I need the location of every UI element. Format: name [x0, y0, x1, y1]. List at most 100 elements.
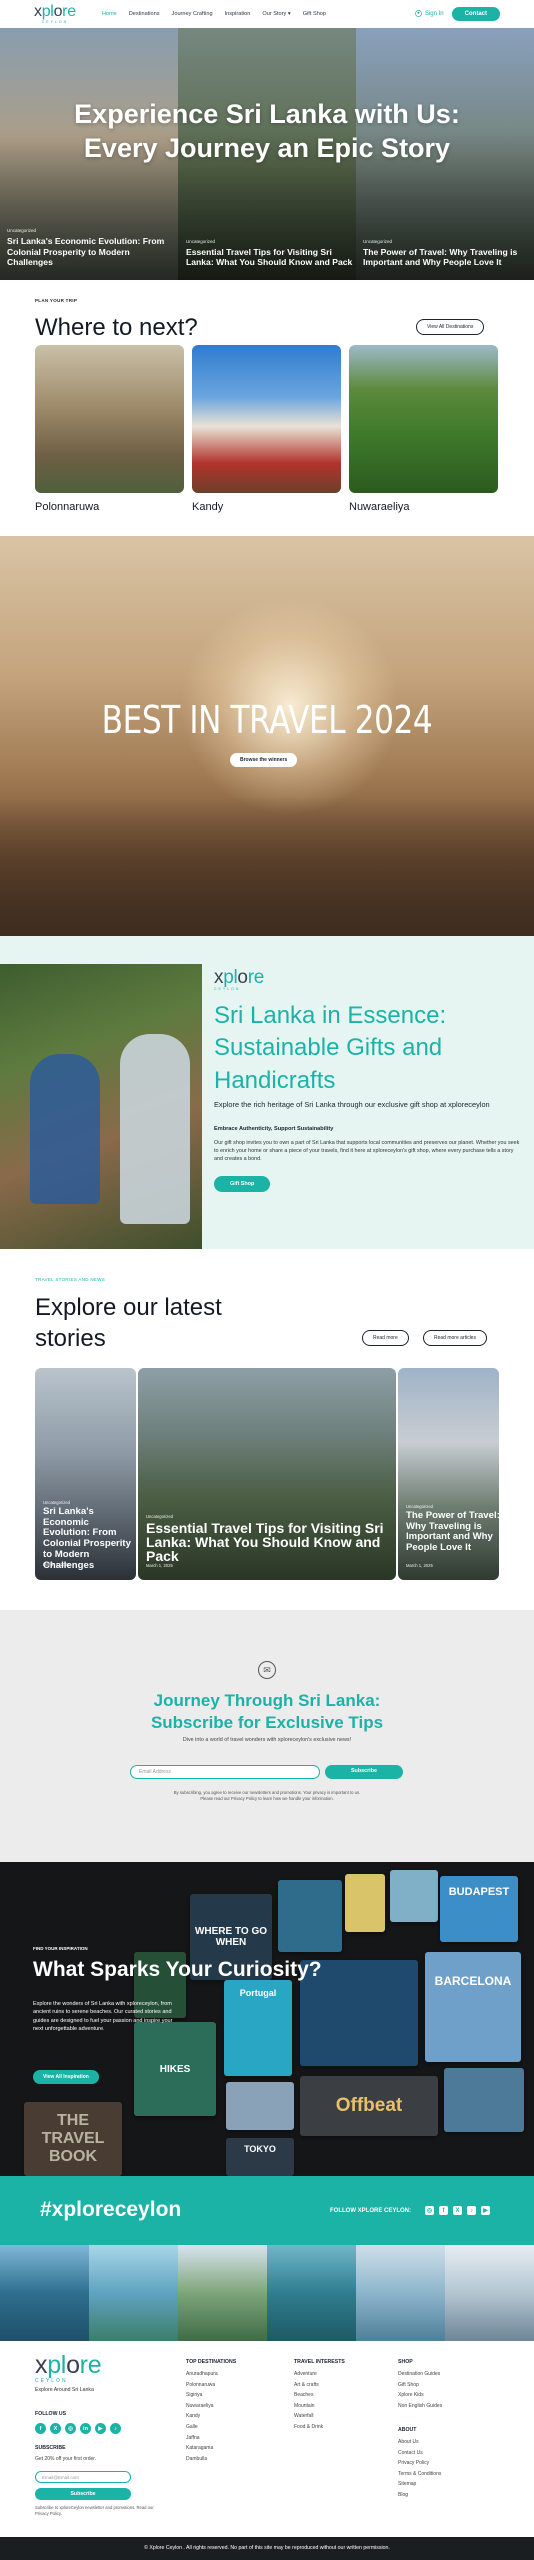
footer-link[interactable]: About Us — [398, 2439, 441, 2445]
youtube-icon[interactable]: ▶ — [481, 2206, 490, 2215]
user-icon — [415, 9, 422, 19]
view-all-destinations-button[interactable]: View All Destinations — [416, 319, 485, 335]
footer-subscribe-button[interactable]: Subscribe — [35, 2488, 131, 2500]
destination-image — [349, 345, 498, 493]
footer-link[interactable]: Adventure — [294, 2371, 345, 2377]
destination-card-kandy[interactable]: Kandy — [192, 345, 341, 513]
tiktok-icon[interactable]: ♪ — [467, 2206, 476, 2215]
signin-link[interactable]: Sign In — [415, 9, 444, 19]
read-more-articles-button[interactable]: Read more articles — [423, 1330, 487, 1346]
destination-card-polonnaruwa[interactable]: Polonnaruwa — [35, 345, 184, 513]
linkedin-icon[interactable]: in — [80, 2423, 91, 2434]
x-icon[interactable]: X — [453, 2206, 462, 2215]
story-date: March 1, 2025 — [43, 1562, 70, 1567]
footer-link[interactable]: Beaches — [294, 2392, 345, 2398]
footer-link[interactable]: Kandy — [186, 2413, 236, 2419]
footer: xplore CEYLON Explore Around Sri Lanka F… — [0, 2341, 534, 2537]
gift-shop-section: xplore CEYLON Sri Lanka in Essence: Sust… — [0, 936, 534, 1249]
story-title: The Power of Travel: Why Traveling is Im… — [406, 1510, 499, 1554]
newsletter-subscribe-button[interactable]: Subscribe — [325, 1765, 403, 1779]
facebook-icon[interactable]: f — [35, 2423, 46, 2434]
footer-tagline: Explore Around Sri Lanka — [35, 2387, 94, 2393]
footer-link[interactable]: Kataragama — [186, 2445, 236, 2451]
story-card[interactable]: Uncategorized The Power of Travel: Why T… — [398, 1368, 499, 1580]
inspiration-description: Explore the wonders of Sri Lanka with xp… — [33, 2001, 173, 2032]
contact-button[interactable]: Contact — [451, 7, 500, 21]
hero-card[interactable]: Uncategorized Sri Lanka's Economic Evolu… — [7, 228, 175, 268]
footer-column-heading: ABOUT — [398, 2427, 417, 2433]
nav-link-journey-crafting[interactable]: Journey Crafting — [172, 11, 213, 17]
story-category: Uncategorized — [43, 1500, 71, 1505]
instagram-icon[interactable]: ◎ — [425, 2206, 434, 2215]
footer-logo[interactable]: xplore CEYLON — [35, 2353, 102, 2384]
footer-link[interactable]: Non English Guides — [398, 2403, 442, 2409]
footer-link[interactable]: Blog — [398, 2492, 441, 2498]
site-logo[interactable]: xplore CEYLON — [34, 3, 76, 25]
footer-link[interactable]: Food & Drink — [294, 2424, 345, 2430]
newsletter-subtitle: Dive into a world of travel wonders with… — [182, 1737, 352, 1743]
newsletter-email-input[interactable]: Email Address — [130, 1765, 320, 1779]
footer-link[interactable]: Xplore Kids — [398, 2392, 442, 2398]
stories-kicker: TRAVEL STORIES AND NEWS — [35, 1277, 106, 1282]
footer-link[interactable]: Sigiriya — [186, 2392, 236, 2398]
instagram-photo[interactable] — [356, 2245, 445, 2341]
nav-link-destinations[interactable]: Destinations — [129, 11, 160, 17]
destinations-title: Where to next? — [35, 314, 198, 341]
footer-link[interactable]: Gift Shop — [398, 2382, 442, 2388]
story-card[interactable]: Uncategorized Essential Travel Tips for … — [138, 1368, 396, 1580]
newsletter-title-line: Subscribe for Exclusive Tips — [150, 1713, 384, 1733]
story-card[interactable]: Uncategorized Sri Lanka's Economic Evolu… — [35, 1368, 136, 1580]
read-more-button[interactable]: Read more — [362, 1330, 409, 1346]
footer-link[interactable]: Galle — [186, 2424, 236, 2430]
hero-card-category: Uncategorized — [363, 238, 393, 244]
footer-link[interactable]: Waterfall — [294, 2413, 345, 2419]
nav-link-inspiration[interactable]: Inspiration — [225, 11, 251, 17]
footer-link[interactable]: Jaffna — [186, 2435, 236, 2441]
nav-link-our-story[interactable]: Our Story ▾ — [262, 11, 290, 17]
footer-link[interactable]: Sitemap — [398, 2481, 441, 2487]
footer-link[interactable]: Anuradhapura — [186, 2371, 236, 2377]
instagram-photo[interactable] — [89, 2245, 178, 2341]
book-cover — [345, 1874, 385, 1932]
tiktok-icon[interactable]: ♪ — [110, 2423, 121, 2434]
nav-link-gift-shop[interactable]: Gift Shop — [303, 11, 326, 17]
person-figure — [30, 1054, 100, 1204]
footer-link[interactable]: Privacy Policy — [398, 2460, 441, 2466]
footer-link[interactable]: Contact Us — [398, 2450, 441, 2456]
essence-subheading: Embrace Authenticity, Support Sustainabi… — [214, 1126, 334, 1132]
destination-name: Nuwaraeliya — [349, 501, 410, 513]
footer-link[interactable]: Polonnaruwa — [186, 2382, 236, 2388]
instagram-photo[interactable] — [0, 2245, 89, 2341]
nav-link-home[interactable]: Home — [102, 11, 117, 17]
hero-card[interactable]: Uncategorized Essential Travel Tips for … — [186, 239, 354, 268]
destination-image — [192, 345, 341, 493]
browse-winners-button[interactable]: Browse the winners — [230, 753, 298, 767]
footer-legal: Subscribe to xploreCeylon newsletter and… — [35, 2505, 154, 2516]
story-category: Uncategorized — [146, 1514, 174, 1519]
instagram-icon[interactable]: ◎ — [65, 2423, 76, 2434]
footer-link[interactable]: Destination Guides — [398, 2371, 442, 2377]
footer-link[interactable]: Terms & Conditions — [398, 2471, 441, 2477]
youtube-icon[interactable]: ▶ — [95, 2423, 106, 2434]
footer-link[interactable]: Dambulla — [186, 2456, 236, 2462]
footer-link[interactable]: Art & crafts — [294, 2382, 345, 2388]
book-cover — [390, 1870, 438, 1922]
destination-card-nuwaraeliya[interactable]: Nuwaraeliya — [349, 345, 498, 513]
newsletter-title: Journey Through Sri Lanka: Subscribe for… — [0, 1690, 534, 1734]
footer-email-input[interactable]: Email@Email.com — [35, 2471, 131, 2483]
story-category: Uncategorized — [406, 1504, 434, 1509]
x-icon[interactable]: X — [50, 2423, 61, 2434]
stories-title: Explore our latest stories — [35, 1292, 222, 1354]
facebook-icon[interactable]: f — [439, 2206, 448, 2215]
instagram-photo[interactable] — [445, 2245, 534, 2341]
instagram-photo[interactable] — [267, 2245, 356, 2341]
footer-link[interactable]: Nuwaraeliya — [186, 2403, 236, 2409]
view-all-inspiration-button[interactable]: View All Inspiration — [33, 2070, 99, 2084]
gift-shop-button[interactable]: Gift Shop — [214, 1176, 271, 1192]
hero-card[interactable]: Uncategorized The Power of Travel: Why T… — [363, 239, 531, 268]
footer-subscribe-text: Get 20% off your first order. — [35, 2456, 97, 2462]
book-cover: TOKYO — [226, 2138, 294, 2176]
best-in-travel-title: BEST IN TRAVEL 2024 — [101, 698, 433, 742]
instagram-photo[interactable] — [178, 2245, 267, 2341]
footer-link[interactable]: Mountain — [294, 2403, 345, 2409]
